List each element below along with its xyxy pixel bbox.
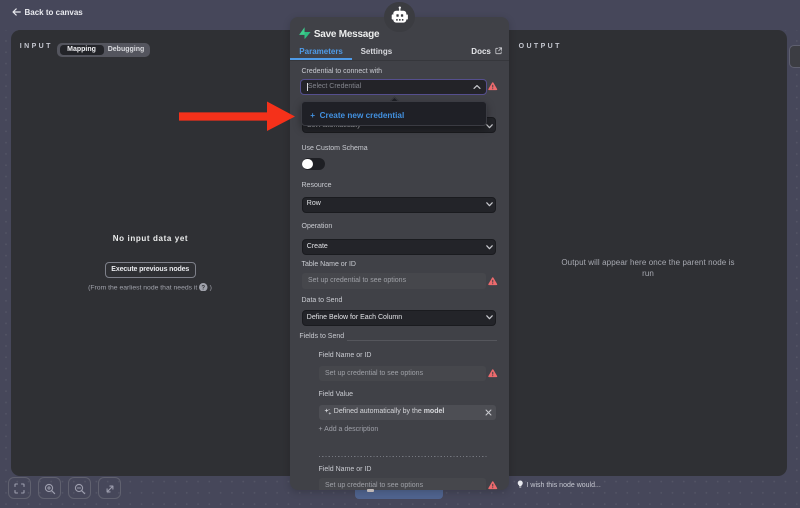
svg-text:?: ? [202,284,206,291]
